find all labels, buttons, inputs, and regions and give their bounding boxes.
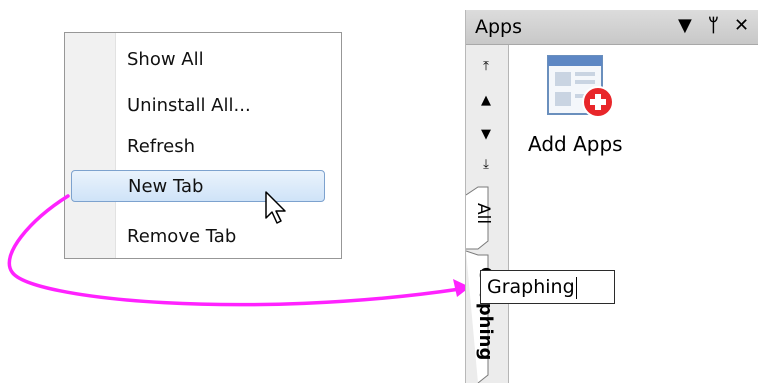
close-icon[interactable]: ✕ [734, 14, 749, 38]
rename-input-value: Graphing [487, 276, 575, 298]
dropdown-triangle-icon[interactable]: ▼ [678, 14, 692, 38]
pin-icon[interactable]: ᛘ [708, 14, 719, 38]
panel-header: Apps ▼ ᛘ ✕ [466, 10, 758, 45]
text-caret [575, 276, 577, 299]
tab-rename-input[interactable]: Graphing [480, 270, 615, 304]
tab-all[interactable]: All [473, 203, 493, 224]
tab-strip: ⤒ ▲ ▼ ⤓ All Graphing [466, 45, 509, 383]
add-apps-label[interactable]: Add Apps [528, 132, 623, 156]
panel-title: Apps [475, 16, 523, 38]
